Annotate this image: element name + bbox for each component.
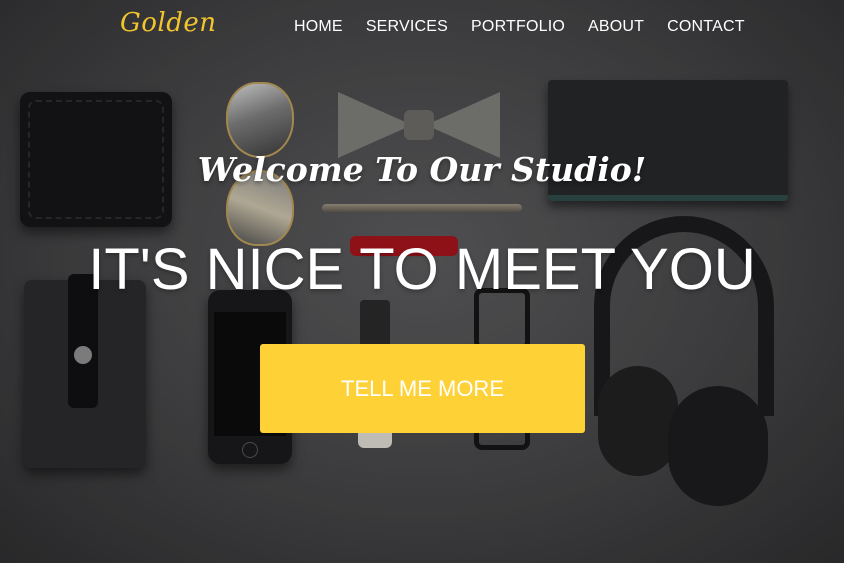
nav-item-services[interactable]: SERVICES: [366, 18, 448, 36]
nav-item-about[interactable]: ABOUT: [588, 18, 644, 36]
nav-item-contact[interactable]: CONTACT: [667, 18, 745, 36]
hero-subheading: Welcome To Our Studio!: [197, 150, 647, 189]
brand-logo[interactable]: Golden: [120, 8, 217, 38]
nav-item-portfolio[interactable]: PORTFOLIO: [471, 18, 565, 36]
main-nav: HOME SERVICES PORTFOLIO ABOUT CONTACT: [294, 18, 768, 36]
tell-me-more-button[interactable]: TELL ME MORE: [260, 344, 585, 433]
hero-section: Golden HOME SERVICES PORTFOLIO ABOUT CON…: [0, 0, 844, 563]
nav-item-home[interactable]: HOME: [294, 18, 343, 36]
hero-heading: IT'S NICE TO MEET YOU: [88, 237, 756, 302]
